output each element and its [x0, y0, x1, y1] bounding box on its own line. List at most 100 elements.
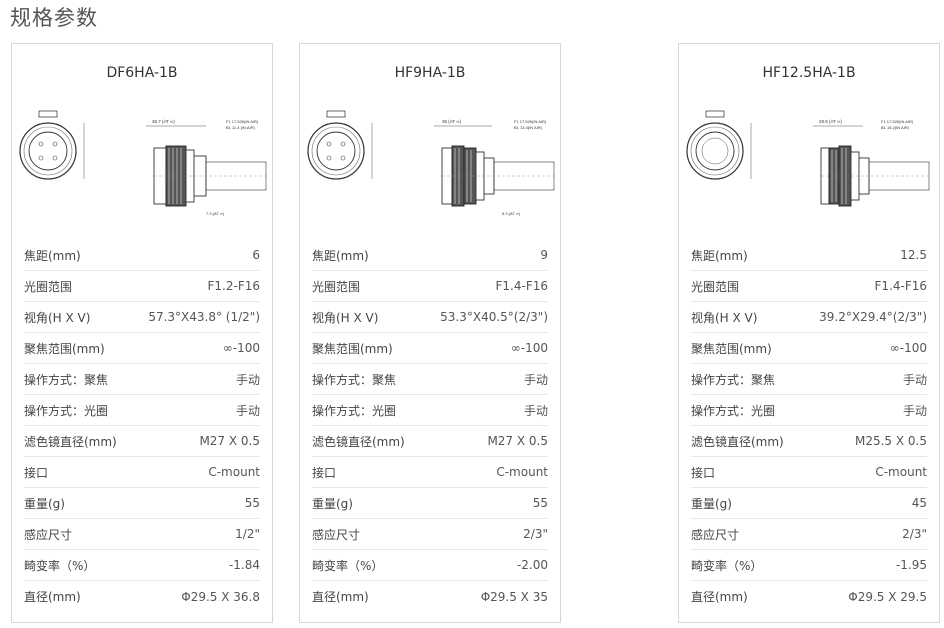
spec-value: 55 — [532, 496, 548, 510]
spec-label: 聚焦范围(mm) — [691, 341, 772, 356]
spec-value: C-mount — [496, 465, 548, 479]
dim-f1: F1 17.526(IN AIR) — [881, 119, 914, 124]
spec-value: F1.2-F16 — [207, 279, 261, 293]
lens-drawing: 29.5 (AT ∞) F1 17.526(IN AIR) B1 15.2(IN… — [686, 110, 930, 207]
lens-drawing: 36.7 (AT ∞) F1 17.526(IN AIR) B1 11.4 (I… — [19, 110, 267, 216]
spec-table: 焦距(mm) 12.5 光圈范围 F1.4-F16 视角(H X V) 39.2°X2… — [691, 240, 927, 612]
spec-label: 滤色镜直径(mm) — [24, 434, 117, 449]
spec-value: 2/3" — [523, 527, 548, 541]
spec-row: 视角(H X V) 39.2°X29.4°(2/3") — [691, 302, 927, 333]
dim-len1: 7.3 (AT ∞) — [206, 211, 225, 216]
spec-value: 手动 — [902, 372, 927, 387]
spec-label: 操作方式：聚焦 — [24, 372, 109, 387]
spec-value: -2.00 — [516, 558, 548, 572]
product-name: HF9HA-1B — [394, 65, 466, 81]
spec-row: 畸变率（%） -1.84 — [24, 550, 260, 581]
spec-row: 滤色镜直径(mm) M25.5 X 0.5 — [691, 426, 927, 457]
spec-label: 操作方式：光圈 — [24, 403, 109, 418]
spec-row: 畸变率（%） -1.95 — [691, 550, 927, 581]
spec-label: 直径(mm) — [24, 590, 81, 604]
spec-label: 光圈范围 — [312, 279, 361, 294]
spec-row: 聚焦范围(mm) ∞-100 — [24, 333, 260, 364]
spec-label: 光圈范围 — [691, 279, 740, 294]
spec-row: 接口 C-mount — [24, 457, 260, 488]
product-name: DF6HA-1B — [106, 65, 178, 81]
spec-label: 直径(mm) — [312, 590, 369, 604]
spec-row: 接口 C-mount — [312, 457, 548, 488]
spec-label: 滤色镜直径(mm) — [691, 434, 784, 449]
spec-row: 重量(g) 55 — [24, 488, 260, 519]
spec-row: 焦距(mm) 12.5 — [691, 240, 927, 271]
spec-label: 畸变率（%） — [691, 558, 763, 573]
spec-value: 9 — [540, 248, 548, 262]
spec-value: 6 — [252, 248, 260, 262]
spec-label: 重量(g) — [312, 496, 353, 511]
spec-row: 操作方式：光圈 手动 — [24, 395, 260, 426]
spec-label: 滤色镜直径(mm) — [312, 434, 405, 449]
spec-label: 接口 — [312, 465, 337, 480]
lens-side-view: 36.7 (AT ∞) F1 17.526(IN AIR) B1 11.4 (I… — [146, 119, 267, 216]
spec-row: 滤色镜直径(mm) M27 X 0.5 — [24, 426, 260, 457]
spec-row: 感应尺寸 1/2" — [24, 519, 260, 550]
dim-top: 29.5 (AT ∞) — [819, 119, 842, 124]
dim-f1: F1 17.526(IN AIR) — [514, 119, 547, 124]
spec-row: 光圈范围 F1.4-F16 — [312, 271, 548, 302]
spec-value: F1.4-F16 — [874, 279, 928, 293]
page-title: 规格参数 — [10, 6, 98, 30]
spec-table: 焦距(mm) 6 光圈范围 F1.2-F16 视角(H X V) 57.3°X43.8… — [24, 240, 260, 612]
spec-value: 39.2°X29.4°(2/3") — [819, 310, 927, 324]
spec-row: 聚焦范围(mm) ∞-100 — [691, 333, 927, 364]
lens-front-view — [307, 110, 373, 180]
spec-value: M27 X 0.5 — [487, 434, 548, 448]
spec-label: 感应尺寸 — [24, 527, 73, 542]
spec-value: Φ29.5 X 35 — [480, 589, 548, 604]
spec-label: 感应尺寸 — [691, 527, 740, 542]
spec-row: 操作方式：聚焦 手动 — [312, 364, 548, 395]
spec-value: M25.5 X 0.5 — [854, 434, 927, 448]
lens-front-view — [686, 110, 752, 180]
spec-row: 操作方式：聚焦 手动 — [24, 364, 260, 395]
spec-label: 接口 — [691, 465, 716, 480]
spec-label: 焦距(mm) — [24, 248, 81, 263]
spec-label: 光圈范围 — [24, 279, 73, 294]
dim-f1: F1 17.526(IN AIR) — [226, 119, 259, 124]
spec-row: 焦距(mm) 9 — [312, 240, 548, 271]
spec-row: 光圈范围 F1.4-F16 — [691, 271, 927, 302]
lens-drawing: 35 (AT ∞) F1 17.526(IN AIR) B1 13.4(IN A… — [307, 110, 555, 216]
spec-value: -1.95 — [895, 558, 927, 572]
spec-value: -1.84 — [228, 558, 260, 572]
lens-side-view: 29.5 (AT ∞) F1 17.526(IN AIR) B1 15.2(IN… — [813, 119, 930, 207]
spec-value: M27 X 0.5 — [199, 434, 260, 448]
spec-label: 重量(g) — [691, 496, 732, 511]
product-name: HF12.5HA-1B — [762, 65, 856, 81]
spec-label: 操作方式：光圈 — [691, 403, 776, 418]
spec-value: 手动 — [523, 372, 548, 387]
spec-value: F1.4-F16 — [495, 279, 549, 293]
spec-value: Φ29.5 X 36.8 — [181, 589, 260, 604]
spec-row: 操作方式：光圈 手动 — [691, 395, 927, 426]
spec-row: 重量(g) 55 — [312, 488, 548, 519]
spec-row: 直径(mm) Φ29.5 X 29.5 — [691, 581, 927, 612]
spec-value: C-mount — [875, 465, 927, 479]
spec-value: 手动 — [902, 403, 927, 418]
spec-row: 聚焦范围(mm) ∞-100 — [312, 333, 548, 364]
spec-label: 视角(H X V) — [312, 310, 379, 325]
spec-value: ∞-100 — [222, 341, 260, 355]
product-card-hf12-5ha: HF12.5HA-1B 29.5 (AT ∞) F1 17.526(IN AIR… — [678, 43, 940, 623]
spec-label: 视角(H X V) — [24, 310, 91, 325]
lens-front-view — [19, 110, 85, 180]
spec-value: 12.5 — [900, 248, 927, 262]
spec-label: 焦距(mm) — [312, 248, 369, 263]
spec-row: 重量(g) 45 — [691, 488, 927, 519]
dim-top: 36.7 (AT ∞) — [152, 119, 175, 124]
spec-value: 2/3" — [902, 527, 927, 541]
spec-label: 操作方式：光圈 — [312, 403, 397, 418]
spec-table: 焦距(mm) 9 光圈范围 F1.4-F16 视角(H X V) 53.3°X40.5… — [312, 240, 548, 612]
spec-row: 畸变率（%） -2.00 — [312, 550, 548, 581]
spec-label: 重量(g) — [24, 496, 65, 511]
spec-row: 直径(mm) Φ29.5 X 35 — [312, 581, 548, 612]
spec-value: 45 — [911, 496, 927, 510]
dim-b1: B1 15.2(IN AIR) — [881, 125, 910, 130]
spec-value: 53.3°X40.5°(2/3") — [440, 310, 548, 324]
spec-label: 视角(H X V) — [691, 310, 758, 325]
